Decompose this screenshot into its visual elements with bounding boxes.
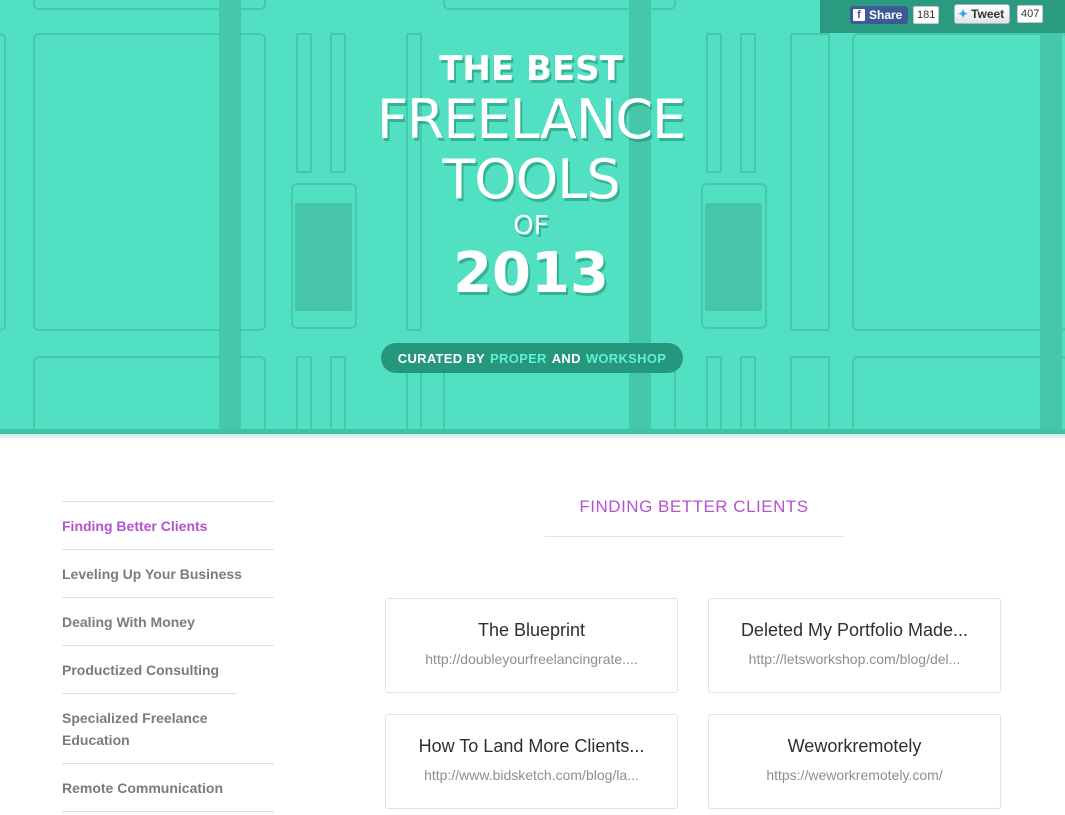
tool-card-title: Weworkremotely [787, 736, 922, 756]
tweet-button[interactable]: ✦ Tweet [954, 4, 1011, 24]
tool-card[interactable]: Deleted My Portfolio Made... http://lets… [708, 598, 1001, 693]
social-share-bar: f Share 181 ✦ Tweet 407 [820, 0, 1065, 33]
sidebar-item-dealing-with-money[interactable]: Dealing With Money [62, 597, 274, 645]
decor-pencil [296, 356, 312, 432]
tool-card[interactable]: How To Land More Clients... http://www.b… [385, 714, 678, 809]
proper-link[interactable]: PROPER [490, 351, 547, 366]
tool-card[interactable]: Weworkremotely https://weworkremotely.co… [708, 714, 1001, 809]
facebook-share-label: Share [869, 8, 903, 22]
decor-pencil [740, 356, 756, 432]
tool-card-url: https://weworkremotely.com/ [766, 767, 943, 783]
sidebar-item-leveling-up-your-business[interactable]: Leveling Up Your Business [62, 549, 274, 597]
curated-by-badge: CURATED BY PROPER AND WORKSHOP [381, 343, 683, 373]
decor-pencil [740, 33, 756, 173]
hero-title-line: OF [513, 211, 549, 241]
hero-title-line: THE BEST [439, 49, 623, 89]
tweet-label: Tweet [971, 7, 1005, 21]
tool-card-url: http://letsworkshop.com/blog/del... [748, 651, 961, 667]
tool-card-title: Deleted My Portfolio Made... [740, 620, 969, 640]
decor-ruler [790, 33, 830, 331]
workshop-link[interactable]: WORKSHOP [586, 351, 666, 366]
tool-card-title: How To Land More Clients... [418, 736, 645, 756]
decor-ruler [790, 356, 830, 432]
facebook-icon: f [853, 9, 865, 21]
twitter-bird-icon: ✦ [958, 7, 969, 21]
hero-title: THE BEST FREELANCE TOOLS OF 2013 [330, 48, 732, 306]
sidebar-item-finding-better-clients[interactable]: Finding Better Clients [62, 501, 274, 549]
decor-notebook [33, 0, 266, 10]
tweet-count: 407 [1017, 5, 1044, 23]
curated-prefix: CURATED BY [397, 350, 486, 366]
tool-card-url: http://www.bidsketch.com/blog/la... [424, 767, 639, 783]
tool-card-title: The Blueprint [477, 620, 586, 640]
sidebar-item-productized-consulting[interactable]: Productized Consulting [62, 645, 274, 693]
hero-title-year: 2013 [453, 241, 609, 306]
hero-banner: THE BEST FREELANCE TOOLS OF 2013 CURATED… [0, 0, 1065, 432]
decor-ruler [0, 33, 6, 331]
sidebar-divider [62, 811, 274, 812]
decor-pencil [706, 356, 722, 432]
decor-pencil [330, 356, 346, 432]
sidebar-item-remote-communication[interactable]: Remote Communication [62, 763, 274, 811]
hero-divider-shadow [0, 434, 1065, 438]
tool-card[interactable]: The Blueprint http://doubleyourfreelanci… [385, 598, 678, 693]
section-divider [545, 536, 843, 537]
decor-notebook [852, 33, 1065, 331]
curated-and: AND [551, 350, 581, 366]
decor-stripe [1040, 0, 1062, 432]
tool-card-url: http://doubleyourfreelancingrate.... [425, 651, 638, 667]
facebook-share-button[interactable]: f Share [850, 6, 909, 24]
facebook-share-count: 181 [913, 6, 940, 24]
decor-pencil [296, 33, 312, 173]
category-sidebar: Finding Better Clients Leveling Up Your … [62, 501, 274, 812]
decor-notebook [33, 356, 266, 432]
sidebar-item-specialized-freelance-education[interactable]: Specialized Freelance Education [62, 693, 237, 763]
hero-title-line: TOOLS [442, 148, 620, 211]
section-title: FINDING BETTER CLIENTS [579, 497, 809, 516]
decor-notebook [852, 356, 1065, 432]
hero-title-line: FREELANCE [376, 88, 686, 151]
